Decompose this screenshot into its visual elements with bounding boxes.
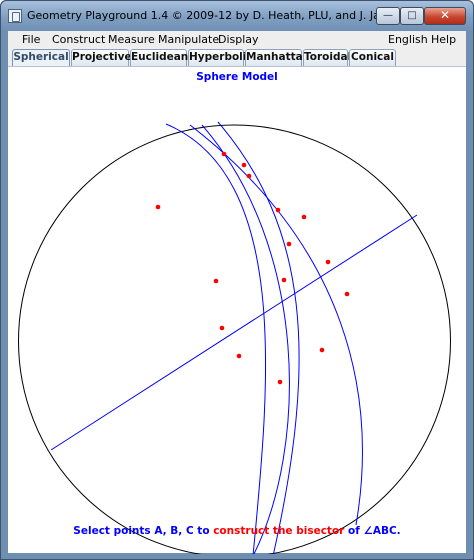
tab-toroidal[interactable]: Toroidal (303, 49, 351, 66)
point[interactable] (275, 207, 281, 213)
point[interactable] (319, 347, 325, 353)
point[interactable] (277, 379, 283, 385)
menu-display[interactable]: Display (218, 33, 259, 46)
window-title: Geometry Playground 1.4 © 2009-12 by D. … (27, 9, 432, 22)
menu-bar: File Construct Measure Manipulate Displa… (8, 31, 466, 48)
point[interactable] (219, 325, 225, 331)
tab-spherical[interactable]: Spherical (12, 49, 70, 66)
status-instruction: Select points A, B, C to construct the b… (8, 525, 466, 537)
application-window: Geometry Playground 1.4 © 2009-12 by D. … (0, 0, 474, 560)
great-circle-arc[interactable] (189, 124, 363, 526)
status-prefix: Select points A, B, C to (73, 525, 214, 537)
sphere-model-drawing[interactable] (8, 67, 466, 554)
point[interactable] (221, 151, 227, 157)
client-area: File Construct Measure Manipulate Displa… (8, 31, 466, 554)
menu-help[interactable]: Help (431, 33, 456, 46)
menu-language[interactable]: English (388, 33, 428, 46)
point[interactable] (213, 278, 219, 284)
point[interactable] (301, 214, 307, 220)
menu-manipulate[interactable]: Manipulate (158, 33, 219, 46)
model-title: Sphere Model (196, 71, 278, 83)
point[interactable] (344, 291, 350, 297)
point[interactable] (236, 353, 242, 359)
point[interactable] (241, 162, 247, 168)
great-circle-arc[interactable] (201, 124, 290, 554)
app-icon (8, 9, 22, 23)
minimize-button[interactable]: — (376, 7, 400, 25)
menu-file[interactable]: File (22, 33, 40, 46)
point[interactable] (286, 241, 292, 247)
status-middle: of (344, 525, 364, 537)
status-angle: ∠ABC. (363, 525, 401, 537)
geometry-tabs: Spherical Projective Euclidean Hyperboli… (8, 48, 466, 66)
point[interactable] (325, 259, 331, 265)
menu-construct[interactable]: Construct (52, 33, 105, 46)
title-bar[interactable]: Geometry Playground 1.4 © 2009-12 by D. … (1, 1, 473, 31)
tab-projective[interactable]: Projective (71, 49, 132, 66)
tab-hyperbolic[interactable]: Hyperbolic (188, 49, 253, 66)
status-action: construct the bisector (213, 525, 345, 537)
menu-measure[interactable]: Measure (108, 33, 155, 46)
great-circle-arc[interactable] (165, 123, 266, 554)
point[interactable] (155, 204, 161, 210)
maximize-button[interactable]: □ (400, 7, 424, 25)
tab-manhattan[interactable]: Manhattan (245, 49, 310, 66)
great-circle-line[interactable] (50, 214, 418, 451)
close-button[interactable]: ✕ (424, 7, 466, 25)
point[interactable] (281, 277, 287, 283)
tab-euclidean[interactable]: Euclidean (130, 49, 188, 66)
point[interactable] (246, 173, 252, 179)
drawing-canvas[interactable]: Sphere Model Select points A, B, C to co… (8, 66, 466, 554)
tab-conical[interactable]: Conical (349, 49, 396, 66)
